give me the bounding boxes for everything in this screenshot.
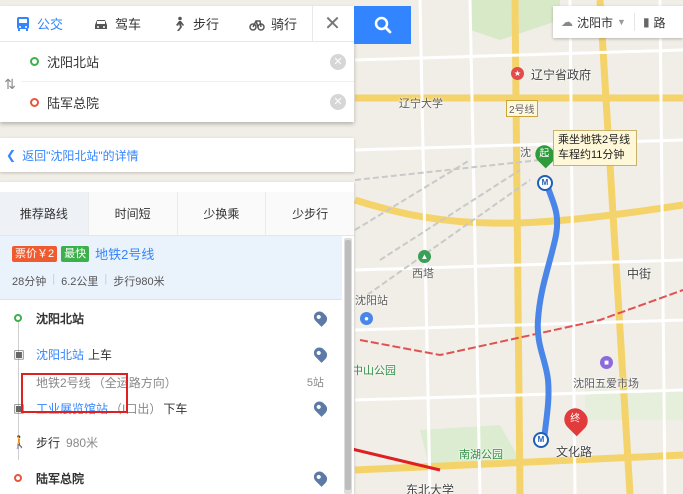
city-name: 沈阳市 [577, 15, 614, 30]
chevron-down-icon: ▼ [617, 17, 626, 27]
walk-distance: 980米 [66, 435, 99, 450]
back-link-text: 返回"沈阳北站"的详情 [22, 148, 139, 163]
tab-bike[interactable]: 骑行 [234, 6, 312, 42]
swap-icon[interactable]: ⇅ [0, 76, 20, 93]
alight-action: 下车 [163, 401, 188, 416]
tab-drive[interactable]: 驾车 [78, 6, 156, 42]
map-label-wuai-market: 沈阳五爱市场 [573, 378, 639, 390]
map-label-shen: 沈 [520, 147, 531, 159]
origin-dot-icon [14, 314, 22, 322]
road-condition-button[interactable]: ▮ 路 [635, 14, 674, 31]
callout-line2: 车程约11分钟 [558, 149, 625, 161]
map-label-zhongshan-park: 中山公园 [352, 365, 396, 377]
park-icon: ▲ [418, 250, 431, 263]
tab-recommended[interactable]: 推荐路线 [0, 192, 89, 235]
location-pin-icon[interactable] [311, 309, 330, 327]
start-value[interactable]: 沈阳北站 [47, 52, 330, 71]
map-label-liaoning-univ: 辽宁大学 [399, 98, 443, 110]
ride-stop-count: 5站 [306, 377, 324, 389]
step-destination[interactable]: 陆军总院 [0, 460, 342, 494]
bus-icon: ▣ [13, 347, 25, 361]
clear-start-icon[interactable]: ✕ [330, 53, 346, 70]
scrollbar[interactable] [344, 238, 352, 494]
search-button[interactable] [354, 6, 411, 44]
city-bar: ☁ 沈阳市 ▼ ▮ 路 [553, 6, 683, 38]
end-field[interactable]: 陆军总院 ✕ [22, 82, 354, 122]
traffic-light-icon: ▮ [642, 15, 650, 29]
close-icon[interactable]: ✕ [312, 5, 352, 42]
location-pin-icon[interactable] [311, 399, 330, 417]
chevron-left-icon: ❮ [6, 148, 17, 162]
city-selector[interactable]: ☁ 沈阳市 ▼ [553, 13, 635, 31]
map-label-wenhua-road: 文化路 [556, 445, 593, 459]
map-label-xita: 西塔 [412, 268, 434, 280]
plan-distance: 6.2公里 [61, 276, 99, 288]
train-station-icon: ● [360, 312, 373, 325]
step-board[interactable]: ▣ 沈阳北站 上车 [0, 336, 342, 372]
route-preference-tabs: 推荐路线 时间短 少换乘 少步行 [0, 182, 354, 236]
bike-icon [249, 19, 265, 31]
plan-line-name: 地铁2号线 [95, 247, 155, 262]
step-walk[interactable]: 🚶 步行 980米 [0, 424, 342, 460]
destination-dot-icon [14, 474, 22, 482]
back-to-detail-link[interactable]: ❮ 返回"沈阳北站"的详情 [0, 138, 354, 172]
map-label-liaoning-gov: 辽宁省政府 [531, 68, 592, 82]
tab-bus[interactable]: 公交 [0, 6, 78, 42]
tab-walk[interactable]: 步行 [156, 6, 234, 42]
metro-station-icon[interactable]: M [533, 432, 549, 448]
step-origin[interactable]: 沈阳北站 [0, 300, 342, 336]
map-label-line2: 2号线 [506, 100, 538, 117]
search-icon [374, 16, 391, 34]
divider: | [52, 273, 56, 285]
tab-label: 驾车 [114, 17, 141, 32]
callout-line1: 乘坐地铁2号线 [558, 134, 631, 146]
plan-summary[interactable]: 票价￥2 最快 地铁2号线 28分钟 | 6.2公里 | 步行980米 [0, 236, 342, 300]
tab-shortest-time[interactable]: 时间短 [88, 192, 178, 235]
scrollbar-thumb[interactable] [345, 240, 351, 490]
map-label-nanhu-park: 南湖公园 [459, 449, 503, 461]
end-dot-icon [30, 97, 39, 107]
price-badge: 票价￥2 [12, 245, 58, 262]
fastest-badge: 最快 [61, 245, 90, 262]
tab-fewer-transfers[interactable]: 少换乘 [177, 192, 267, 235]
route-inputs: ⇅ 沈阳北站 ✕ 陆军总院 ✕ [0, 42, 354, 122]
board-station-link[interactable]: 沈阳北站 [36, 346, 84, 363]
bus-icon [16, 16, 29, 31]
tab-label: 公交 [36, 17, 63, 32]
clear-end-icon[interactable]: ✕ [330, 94, 346, 110]
tab-less-walking[interactable]: 少步行 [266, 192, 354, 235]
walk-icon [175, 16, 184, 31]
plan-duration: 28分钟 [12, 276, 47, 288]
travel-mode-tabs: 公交 驾车 步行 骑行 ✕ [0, 5, 354, 42]
cloud-icon: ☁ [561, 15, 573, 29]
shop-icon: ■ [600, 356, 613, 369]
start-dot-icon [30, 57, 39, 66]
location-pin-icon[interactable] [311, 469, 330, 487]
divider: | [104, 273, 108, 285]
start-field[interactable]: 沈阳北站 ✕ [22, 42, 354, 82]
plan-walk: 步行980米 [113, 276, 165, 288]
map-label-neu: 东北大学 [406, 483, 455, 494]
metro-station-icon[interactable]: M [537, 175, 553, 191]
road-label: 路 [653, 15, 666, 30]
map-label-zhongjie: 中街 [627, 267, 652, 281]
tab-label: 步行 [192, 17, 219, 32]
step-origin-name: 沈阳北站 [36, 311, 85, 326]
walk-icon: 🚶 [12, 435, 27, 449]
star-icon: ★ [511, 67, 524, 80]
board-action: 上车 [88, 347, 113, 362]
location-pin-icon[interactable] [311, 345, 330, 363]
route-search-panel: 公交 驾车 步行 骑行 ✕ ⇅ 沈阳北站 ✕ 陆军总院 ✕ [0, 5, 354, 122]
end-value[interactable]: 陆军总院 [47, 93, 330, 112]
map-label-shenyang-station: 沈阳站 [355, 295, 388, 307]
annotation-highlight-box [21, 373, 128, 413]
tab-label: 骑行 [270, 17, 297, 32]
step-destination-name: 陆军总院 [36, 471, 85, 486]
route-result-panel: 推荐路线 时间短 少换乘 少步行 票价￥2 最快 地铁2号线 28分钟 | 6.… [0, 182, 354, 494]
walk-label: 步行 [36, 435, 61, 450]
route-callout: 乘坐地铁2号线 车程约11分钟 [553, 130, 637, 166]
car-icon [94, 19, 107, 29]
